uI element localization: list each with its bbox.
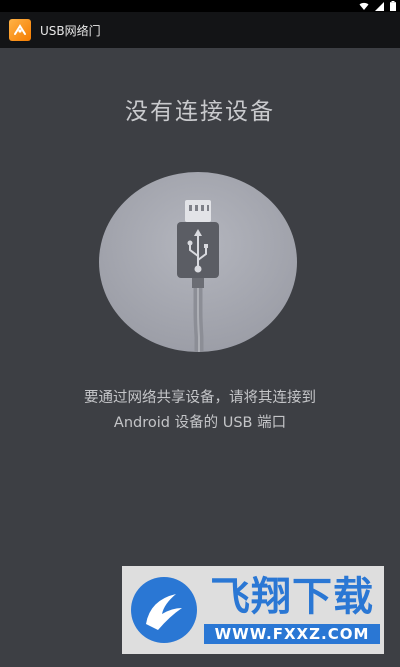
- signal-icon: [375, 1, 384, 11]
- usb-cable-icon: [99, 172, 297, 352]
- watermark-url: WWW.FXXZ.COM: [204, 624, 380, 644]
- watermark-brand: 飞翔下载: [210, 574, 374, 620]
- page-heading: 没有连接设备: [125, 99, 275, 125]
- app-bar: USB网络门: [0, 12, 400, 48]
- wifi-icon: [359, 2, 369, 10]
- instruction-message: 要通过网络共享设备，请将其连接到 Android 设备的 USB 端口: [0, 386, 400, 436]
- app-logo-icon: [9, 19, 31, 41]
- status-icons: [359, 0, 396, 12]
- watermark: 飞翔下载 WWW.FXXZ.COM: [122, 566, 384, 654]
- watermark-logo-icon: [131, 577, 197, 643]
- app-title: USB网络门: [40, 23, 101, 38]
- message-line-1: 要通过网络共享设备，请将其连接到: [84, 390, 316, 406]
- message-line-2: Android 设备的 USB 端口: [113, 415, 287, 431]
- battery-icon: [390, 1, 396, 11]
- status-bar: [0, 0, 400, 12]
- screen: USB网络门 没有连接设备 要通过网络共享设备，请将其连接到 Android 设…: [0, 0, 400, 667]
